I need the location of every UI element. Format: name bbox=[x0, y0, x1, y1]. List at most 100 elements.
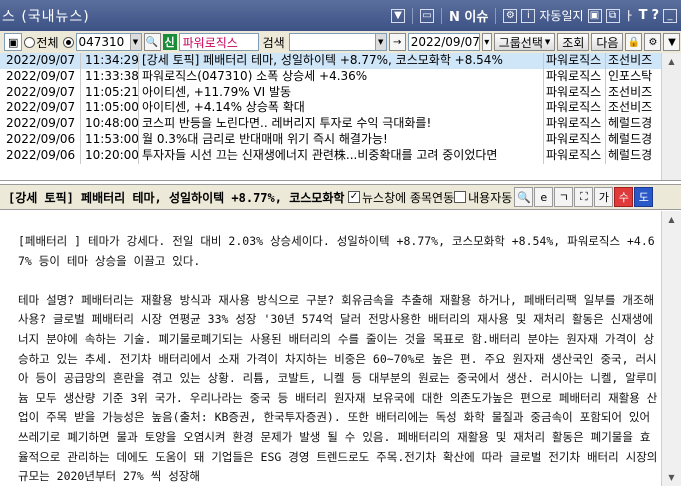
title-bar-controls: ▼ ▭ N 이슈 ⚙ i 자동일지 ▣ ⧉ ㅏ T ? _ bbox=[391, 6, 681, 25]
news-source: 헤럴드경 bbox=[608, 131, 653, 146]
copy-icon[interactable]: ⧉ bbox=[605, 8, 620, 23]
table-row[interactable]: 2022/09/07 11:34:29 [강세 토픽] 페배터리 테마, 성일하… bbox=[0, 53, 681, 69]
news-time: 11:53:00 bbox=[81, 131, 139, 148]
table-row[interactable]: 2022/09/07 11:05:00 아이티센, +4.14% 상승폭 확대 … bbox=[0, 100, 681, 117]
news-date: 2022/09/07 bbox=[0, 100, 81, 117]
arrow-down-icon[interactable]: ▼ bbox=[391, 8, 406, 23]
news-date: 2022/09/06 bbox=[0, 131, 81, 148]
article-paragraph: [페배터리 ] 테마가 강세다. 전일 대비 2.03% 상승세이다. 성일하이… bbox=[18, 234, 655, 268]
info-icon[interactable]: i bbox=[521, 8, 536, 23]
window-icon[interactable]: ▣ bbox=[587, 8, 602, 23]
group-select-dropdown[interactable]: 그룹선택 ▼ bbox=[493, 33, 556, 51]
news-time: 10:20:00 bbox=[81, 147, 139, 164]
news-source: 조선비즈 bbox=[608, 53, 653, 67]
news-title: 파워로직스(047310) 소폭 상승세 +4.36% bbox=[139, 68, 544, 85]
news-stock: 파워로직스 bbox=[544, 147, 606, 164]
separator bbox=[412, 7, 414, 24]
lock-icon[interactable]: 🔒 bbox=[625, 33, 643, 51]
search-input[interactable]: ▼ bbox=[288, 33, 387, 51]
table-row[interactable]: 2022/09/06 11:53:00 월 0.3%대 금리로 반대매매 위기 … bbox=[0, 131, 681, 148]
font-size-button[interactable]: ㅏ bbox=[624, 7, 635, 24]
detail-scrollbar[interactable]: ▲ ▼ bbox=[661, 211, 681, 486]
table-row[interactable]: 2022/09/07 10:48:00 코스피 반등을 노린다면.. 레버리지 … bbox=[0, 116, 681, 132]
news-list-scrollbar[interactable]: ▲ bbox=[661, 53, 681, 180]
news-date: 2022/09/07 bbox=[0, 68, 81, 85]
radio-stock-dot[interactable] bbox=[62, 36, 74, 48]
stock-name-field[interactable]: 파워로직스 bbox=[178, 33, 259, 51]
detail-title: [강세 토픽] 페배터리 테마, 성일하이텍 +8.77%, 코스모화학 +8.… bbox=[8, 190, 348, 205]
detail-body: [페배터리 ] 테마가 강세다. 전일 대비 2.03% 상승세이다. 성일하이… bbox=[0, 211, 681, 486]
auto-checkbox-label: 내용자동 bbox=[468, 190, 513, 205]
radio-all-label: 전체 bbox=[36, 35, 59, 50]
checkbox-checked[interactable]: ✓ bbox=[348, 191, 360, 203]
news-title: 코스피 반등을 노린다면.. 레버리지 투자로 수익 극대화를! bbox=[139, 116, 544, 132]
separator bbox=[495, 7, 497, 24]
table-row[interactable]: 2022/09/07 11:33:38 파워로직스(047310) 소폭 상승세… bbox=[0, 68, 681, 85]
news-title: [강세 토픽] 페배터리 테마, 성일하이텍 +8.77%, 코스모화학 +8.… bbox=[139, 53, 544, 69]
news-title: 아이티센, +11.79% VI 발동 bbox=[139, 84, 544, 101]
settings-icon[interactable]: ⚙ bbox=[644, 33, 662, 51]
news-time: 11:05:21 bbox=[81, 84, 139, 101]
radio-all-dot[interactable] bbox=[24, 36, 36, 48]
next-button[interactable]: 다음 bbox=[591, 33, 624, 51]
checkbox-unchecked[interactable] bbox=[454, 191, 467, 203]
news-date: 2022/09/07 bbox=[0, 116, 81, 132]
news-date: 2022/09/07 bbox=[0, 84, 81, 101]
list-view-icon[interactable]: ▣ bbox=[4, 33, 23, 51]
help-button[interactable]: ? bbox=[651, 8, 659, 23]
table-row[interactable]: 2022/09/06 10:20:00 투자자들 시선 끄는 신재생에너지 관련… bbox=[0, 147, 681, 164]
detail-header: [강세 토픽] 페배터리 테마, 성일하이텍 +8.77%, 코스모화학 +8.… bbox=[0, 184, 681, 210]
browser-icon[interactable]: e bbox=[534, 187, 554, 207]
separator bbox=[441, 7, 443, 24]
news-source: 조선비즈 bbox=[608, 100, 653, 115]
calendar-icon[interactable]: ▾ bbox=[481, 33, 492, 51]
article-text: [페배터리 ] 테마가 강세다. 전일 대비 2.03% 상승세이다. 성일하이… bbox=[18, 232, 658, 486]
news-stock: 파워로직스 bbox=[544, 116, 606, 132]
news-date: 2022/09/06 bbox=[0, 147, 81, 164]
tool-button[interactable]: 도 bbox=[634, 187, 654, 207]
auto-journal-button[interactable]: 자동일지 bbox=[539, 7, 583, 24]
edit-button[interactable]: 수 bbox=[614, 187, 634, 207]
scroll-down-icon[interactable]: ▼ bbox=[662, 469, 681, 486]
font-down-icon[interactable]: 가 bbox=[594, 187, 614, 207]
group-select-label: 그룹선택 bbox=[498, 35, 543, 50]
minimize-icon[interactable]: ▭ bbox=[420, 8, 435, 23]
link-checkbox[interactable]: ✓ 뉴스창에 종목연동 bbox=[348, 189, 454, 206]
search-icon[interactable]: 🔍 bbox=[143, 33, 161, 51]
scroll-down-icon[interactable]: ▼ bbox=[663, 33, 681, 51]
news-title: 월 0.3%대 금리로 반대매매 위기 즉시 해결가능! bbox=[139, 131, 544, 148]
news-time: 11:33:38 bbox=[81, 68, 139, 85]
date-field[interactable]: 2022/09/07 bbox=[407, 33, 480, 51]
auto-checkbox[interactable]: 내용자동 bbox=[454, 189, 512, 206]
font-up-icon[interactable]: ㄱ bbox=[554, 187, 574, 207]
news-source: 인포스탁 bbox=[608, 68, 653, 83]
scroll-up-icon[interactable]: ▲ bbox=[662, 53, 681, 70]
detail-tools: 🔍 e ㄱ ⛶ 가 수 도 bbox=[514, 187, 654, 207]
news-stock: 파워로직스 bbox=[544, 84, 606, 101]
window-title: 스 (국내뉴스) bbox=[2, 8, 90, 25]
radio-all[interactable]: 전체 bbox=[24, 34, 59, 51]
link-checkbox-label: 뉴스창에 종목연동 bbox=[362, 190, 455, 205]
news-time: 10:48:00 bbox=[81, 116, 139, 132]
chevron-down-icon[interactable]: ▼ bbox=[374, 34, 386, 50]
chevron-down-icon[interactable]: ▼ bbox=[129, 34, 141, 50]
scroll-up-icon[interactable]: ▲ bbox=[662, 211, 681, 228]
news-date: 2022/09/07 bbox=[0, 53, 81, 69]
expand-icon[interactable]: ⛶ bbox=[574, 187, 594, 207]
news-time: 11:34:29 bbox=[81, 53, 139, 69]
arrow-right-icon[interactable]: → bbox=[388, 33, 406, 51]
news-list: 2022/09/07 11:34:29 [강세 토픽] 페배터리 테마, 성일하… bbox=[0, 53, 681, 181]
table-row[interactable]: 2022/09/07 11:05:21 아이티센, +11.79% VI 발동 … bbox=[0, 84, 681, 101]
shin-badge: 신 bbox=[162, 34, 177, 50]
stock-code-field[interactable]: 047310 ▼ bbox=[75, 33, 142, 51]
title-bar: 스 (국내뉴스) ▼ ▭ N 이슈 ⚙ i 자동일지 ▣ ⧉ ㅏ T ? _ bbox=[0, 0, 681, 31]
search-toolbar: ▣ 전체 047310 ▼ 🔍 신 파워로직스 검색 ▼ → 2022/09/0… bbox=[0, 31, 681, 53]
zoom-icon[interactable]: 🔍 bbox=[514, 187, 534, 207]
news-issue-button[interactable]: N 이슈 bbox=[449, 6, 488, 25]
query-button[interactable]: 조회 bbox=[557, 33, 590, 51]
news-source: 조선비즈 bbox=[608, 84, 653, 99]
font-type-button[interactable]: T bbox=[639, 8, 648, 23]
gear-icon[interactable]: ⚙ bbox=[503, 8, 518, 23]
minimize-window-icon[interactable]: _ bbox=[663, 8, 677, 23]
